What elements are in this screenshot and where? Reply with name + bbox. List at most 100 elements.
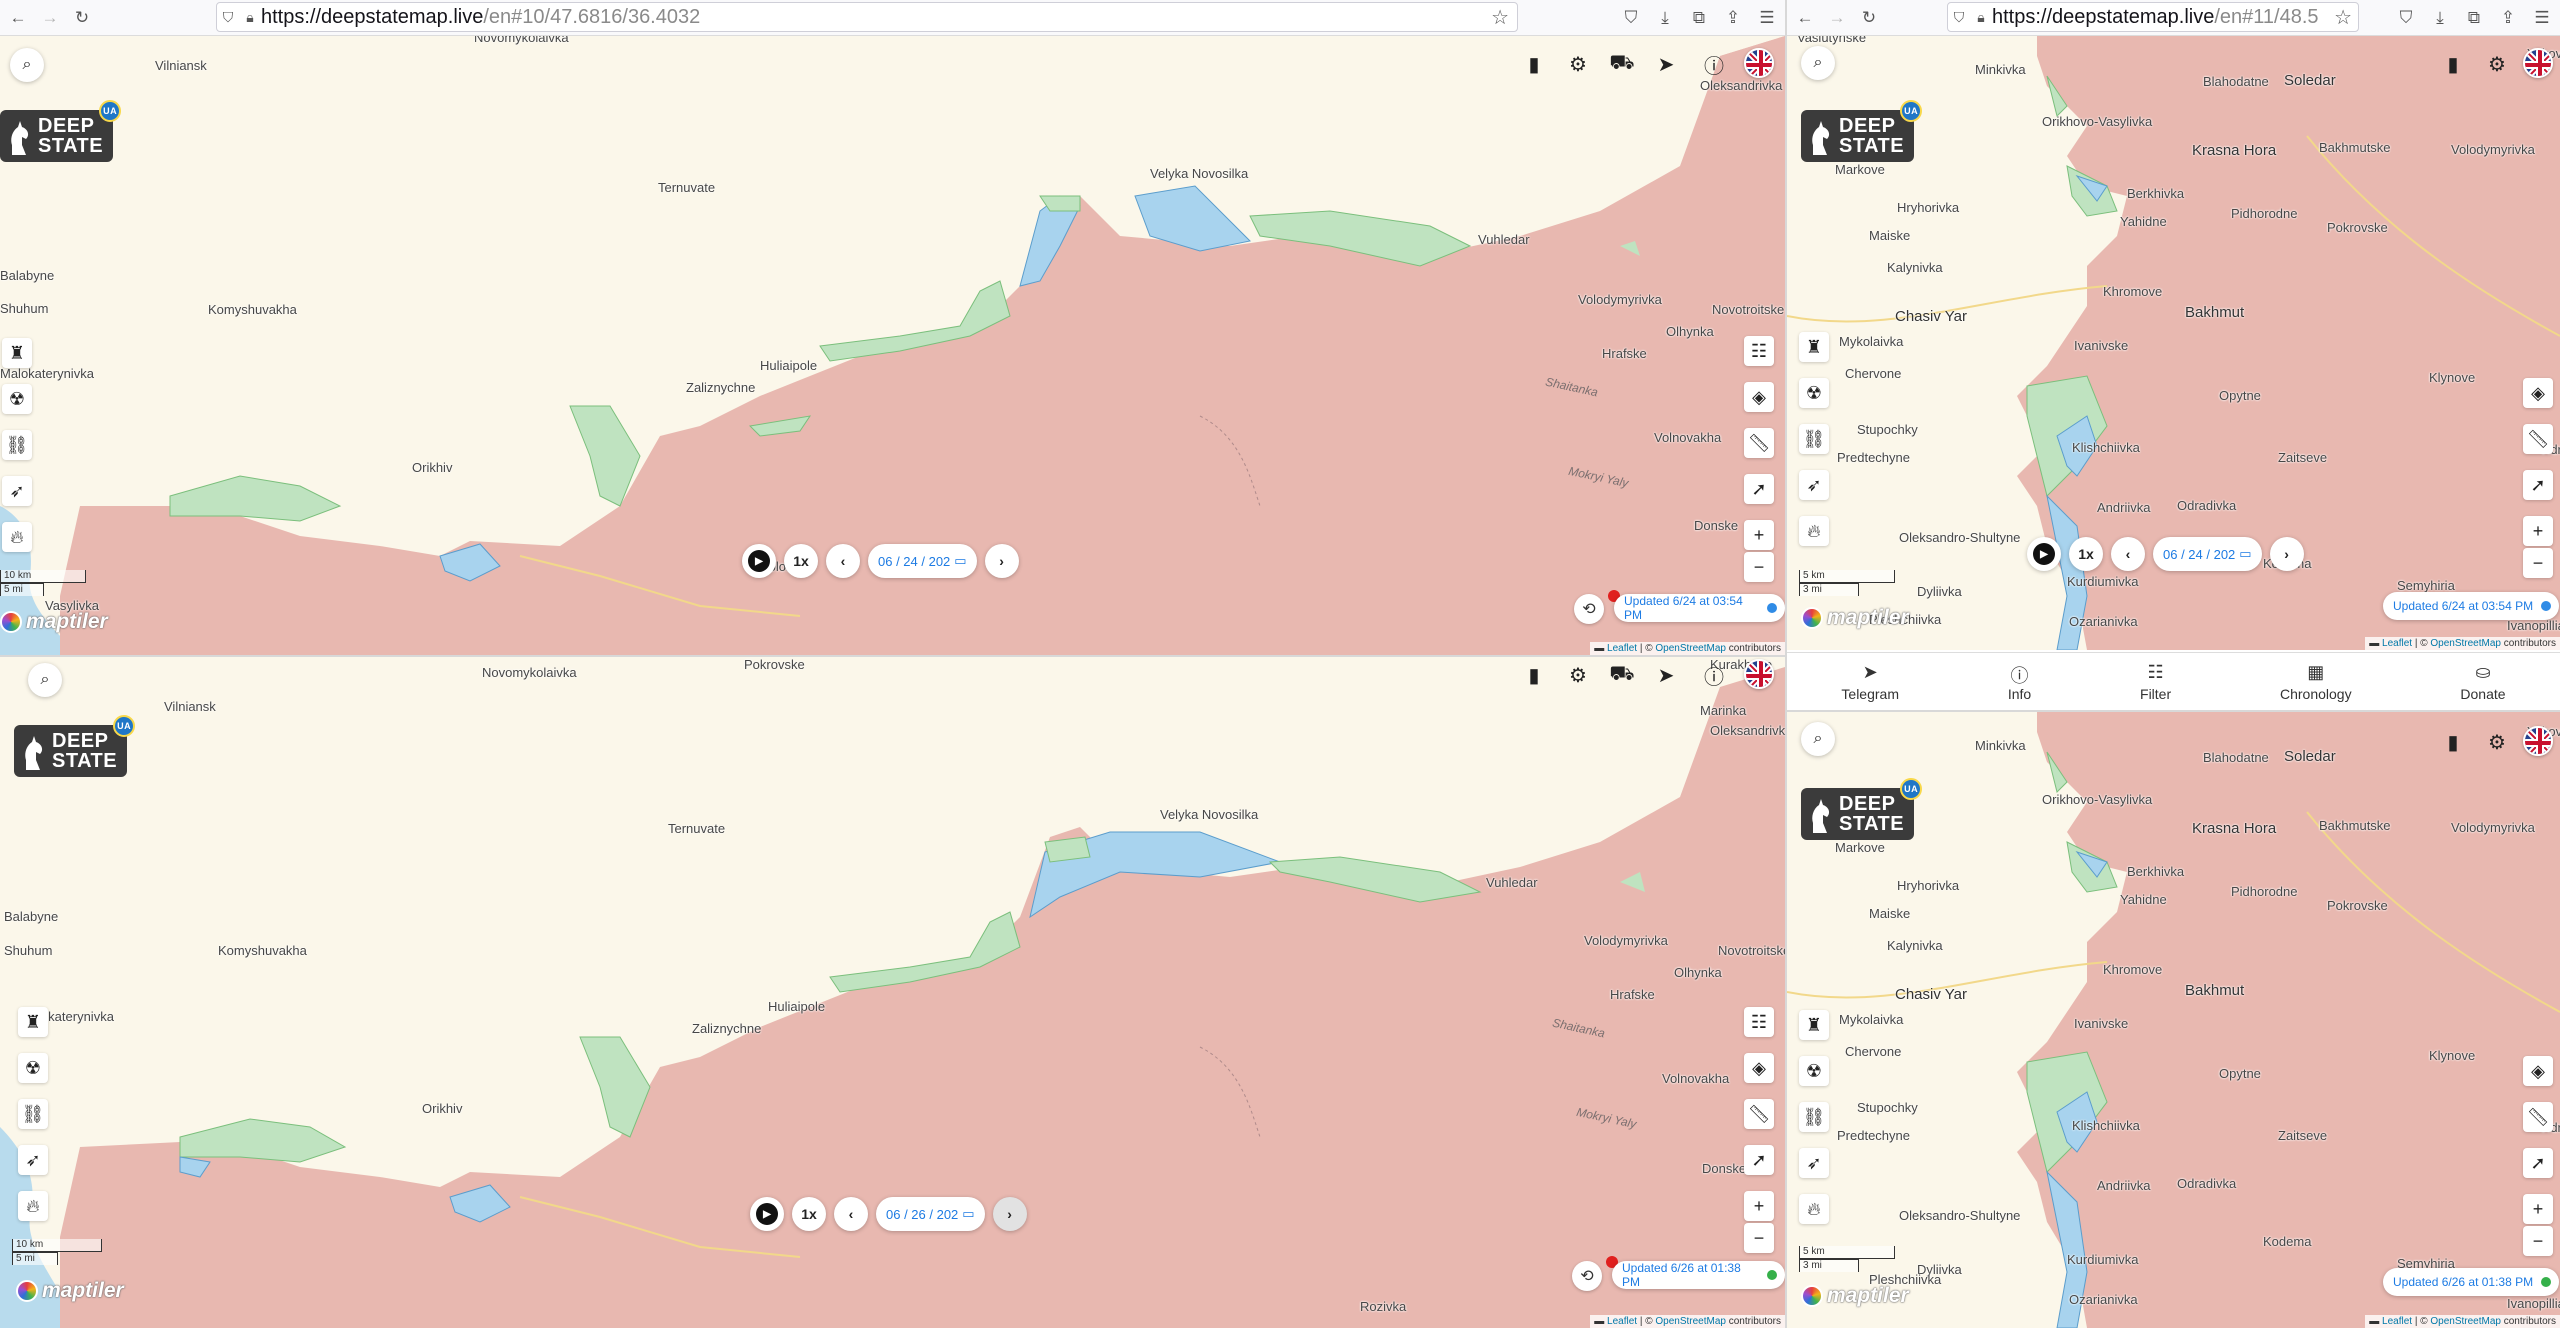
maptiler-logo[interactable]: maptiler — [1801, 1284, 1909, 1308]
back-icon[interactable]: ← — [4, 4, 32, 32]
zoom-out-button[interactable]: − — [1744, 1223, 1774, 1253]
maptiler-logo[interactable]: maptiler — [16, 1279, 124, 1303]
layers-button[interactable]: ◈ — [1744, 382, 1774, 412]
date-picker[interactable]: 06 / 24 / 202 ▭ — [2153, 537, 2262, 571]
next-day-button[interactable]: › — [992, 1197, 1027, 1231]
updated-status[interactable]: Updated 6/26 at 01:38 PM — [2383, 1268, 2560, 1296]
reload-icon[interactable]: ↻ — [68, 4, 96, 32]
map-tool-missile[interactable]: ➶ — [1799, 470, 1829, 500]
uk-flag-icon[interactable] — [2523, 726, 2553, 756]
uk-flag-icon[interactable] — [2523, 48, 2553, 78]
uk-flag-icon[interactable] — [1744, 48, 1774, 78]
map-tool-link[interactable]: ⛓ — [1799, 1102, 1829, 1132]
robot-icon[interactable]: ⚙ — [2479, 46, 2515, 82]
updated-status[interactable]: Updated 6/26 at 01:38 PM — [1612, 1261, 1785, 1289]
tank-icon[interactable]: ⛟ — [1604, 657, 1640, 693]
robot-icon[interactable]: ⚙ — [1560, 46, 1596, 82]
deepstate-logo[interactable]: DEEP STATE UA — [1801, 100, 1923, 162]
nav-chronology[interactable]: ▦ Chronology — [2280, 662, 2352, 702]
filter-settings-button[interactable]: ☷ — [1744, 336, 1774, 366]
map-tool-radiation[interactable]: ☢ — [1799, 1056, 1829, 1086]
search-button[interactable]: ⌕ — [1801, 46, 1835, 80]
next-day-button[interactable]: › — [2269, 537, 2304, 571]
nav-donate[interactable]: ⛀ Donate — [2460, 662, 2505, 702]
map-tool-fortification[interactable]: ♜ — [1799, 332, 1829, 362]
bookmark-star-icon[interactable]: ☆ — [1491, 5, 1509, 30]
ruler-button[interactable]: 📏︎ — [2523, 424, 2553, 454]
search-button[interactable]: ⌕ — [28, 663, 62, 697]
url-bar[interactable]: ⛉ 🔒︎ https://deepstatemap.live/en#10/47.… — [216, 2, 1518, 32]
zoom-in-button[interactable]: + — [1744, 1191, 1774, 1221]
play-button[interactable]: ▶ — [2027, 537, 2061, 571]
download-icon[interactable]: ⤓ — [2428, 8, 2452, 28]
map-tool-link[interactable]: ⛓ — [2, 430, 32, 460]
map-tool-fire[interactable]: 🔥︎ — [1799, 1194, 1829, 1224]
stats-icon[interactable]: ▮ — [1516, 46, 1552, 82]
map-canvas[interactable]: Minkivka Blahodatne Soledar Orikhovo-Vas… — [1787, 712, 2560, 1328]
stats-icon[interactable]: ▮ — [2435, 724, 2471, 760]
locate-button[interactable]: ➚ — [1744, 1145, 1774, 1175]
updated-status[interactable]: Updated 6/24 at 03:54 PM — [2383, 592, 2560, 620]
bookmark-star-icon[interactable]: ☆ — [2334, 4, 2352, 30]
prev-day-button[interactable]: ‹ — [826, 544, 860, 578]
nav-info[interactable]: ⓘ Info — [2008, 662, 2031, 702]
ruler-button[interactable]: 📏︎ — [1744, 1099, 1774, 1129]
locate-button[interactable]: ➚ — [2523, 470, 2553, 500]
deepstate-logo[interactable]: DEEP STATE UA — [0, 100, 122, 162]
menu-icon[interactable]: ☰ — [1755, 8, 1779, 28]
stats-icon[interactable]: ▮ — [1516, 657, 1552, 693]
map-tool-missile[interactable]: ➶ — [1799, 1148, 1829, 1178]
reload-icon[interactable]: ↻ — [1855, 4, 1883, 32]
map-tool-radiation[interactable]: ☢ — [1799, 378, 1829, 408]
ruler-button[interactable]: 📏︎ — [1744, 428, 1774, 458]
map-tool-fire[interactable]: 🔥︎ — [1799, 516, 1829, 546]
locate-button[interactable]: ➚ — [2523, 1148, 2553, 1178]
search-button[interactable]: ⌕ — [1801, 722, 1835, 756]
pocket-icon[interactable]: ⛉ — [1619, 8, 1643, 28]
extensions-icon[interactable]: ⧉ — [1687, 8, 1711, 28]
prev-day-button[interactable]: ‹ — [834, 1197, 868, 1231]
map-tool-fortification[interactable]: ♜ — [1799, 1010, 1829, 1040]
info-icon[interactable]: ⓘ — [1696, 46, 1732, 82]
layers-button[interactable]: ◈ — [2523, 378, 2553, 408]
locate-button[interactable]: ➚ — [1744, 474, 1774, 504]
speed-button[interactable]: 1x — [2069, 537, 2103, 571]
speed-button[interactable]: 1x — [792, 1197, 826, 1231]
ruler-button[interactable]: 📏︎ — [2523, 1102, 2553, 1132]
map-tool-radiation[interactable]: ☢ — [2, 384, 32, 414]
layers-button[interactable]: ◈ — [1744, 1053, 1774, 1083]
stats-icon[interactable]: ▮ — [2435, 46, 2471, 82]
deepstate-logo[interactable]: DEEP STATE UA — [14, 715, 136, 777]
share-icon[interactable]: ⇪ — [1721, 8, 1745, 28]
telegram-icon[interactable]: ➤ — [1648, 657, 1684, 693]
zoom-out-button[interactable]: − — [2523, 1226, 2553, 1256]
map-canvas[interactable]: Novomykolaivka Pokrovske Vilniansk Ternu… — [0, 657, 1785, 1328]
nav-telegram[interactable]: ➤ Telegram — [1841, 662, 1899, 702]
download-icon[interactable]: ⤓ — [1653, 8, 1677, 28]
menu-icon[interactable]: ☰ — [2530, 8, 2554, 28]
date-picker[interactable]: 06 / 26 / 202 ▭ — [876, 1197, 985, 1231]
history-button[interactable]: ⟲ — [1572, 1261, 1602, 1291]
zoom-out-button[interactable]: − — [1744, 552, 1774, 582]
robot-icon[interactable]: ⚙ — [1560, 657, 1596, 693]
forward-icon[interactable]: → — [1823, 4, 1851, 32]
play-button[interactable]: ▶ — [750, 1197, 784, 1231]
map-tool-fortification[interactable]: ♜ — [18, 1007, 48, 1037]
zoom-in-button[interactable]: + — [1744, 520, 1774, 550]
map-tool-link[interactable]: ⛓ — [1799, 424, 1829, 454]
play-button[interactable]: ▶ — [742, 544, 776, 578]
map-tool-radiation[interactable]: ☢ — [18, 1053, 48, 1083]
info-icon[interactable]: ⓘ — [1696, 657, 1732, 693]
map-tool-fire[interactable]: 🔥︎ — [2, 522, 32, 552]
map-canvas[interactable]: Vasiutynske Minkivka Blahodatne Soledar … — [1787, 36, 2560, 650]
forward-icon[interactable]: → — [36, 4, 64, 32]
zoom-out-button[interactable]: − — [2523, 548, 2553, 578]
uk-flag-icon[interactable] — [1744, 659, 1774, 689]
extensions-icon[interactable]: ⧉ — [2462, 8, 2486, 28]
filter-settings-button[interactable]: ☷ — [1744, 1007, 1774, 1037]
zoom-in-button[interactable]: + — [2523, 1194, 2553, 1224]
url-bar[interactable]: ⛉ 🔒︎ https://deepstatemap.live/en#11/48.… — [1947, 2, 2359, 32]
history-button[interactable]: ⟲ — [1574, 594, 1604, 624]
deepstate-logo[interactable]: DEEP STATE UA — [1801, 778, 1923, 840]
next-day-button[interactable]: › — [984, 544, 1019, 578]
